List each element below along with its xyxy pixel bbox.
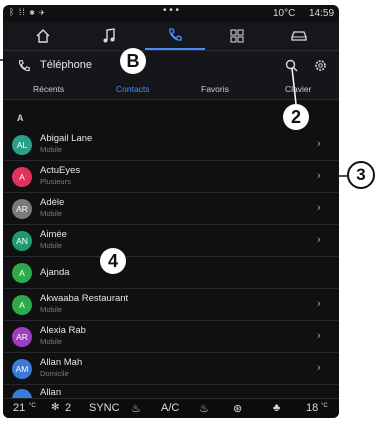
callout-2: 2 <box>283 104 309 130</box>
callout-3: 3 <box>347 161 375 189</box>
callout-4: 4 <box>100 248 126 274</box>
callout-lines <box>0 59 347 177</box>
